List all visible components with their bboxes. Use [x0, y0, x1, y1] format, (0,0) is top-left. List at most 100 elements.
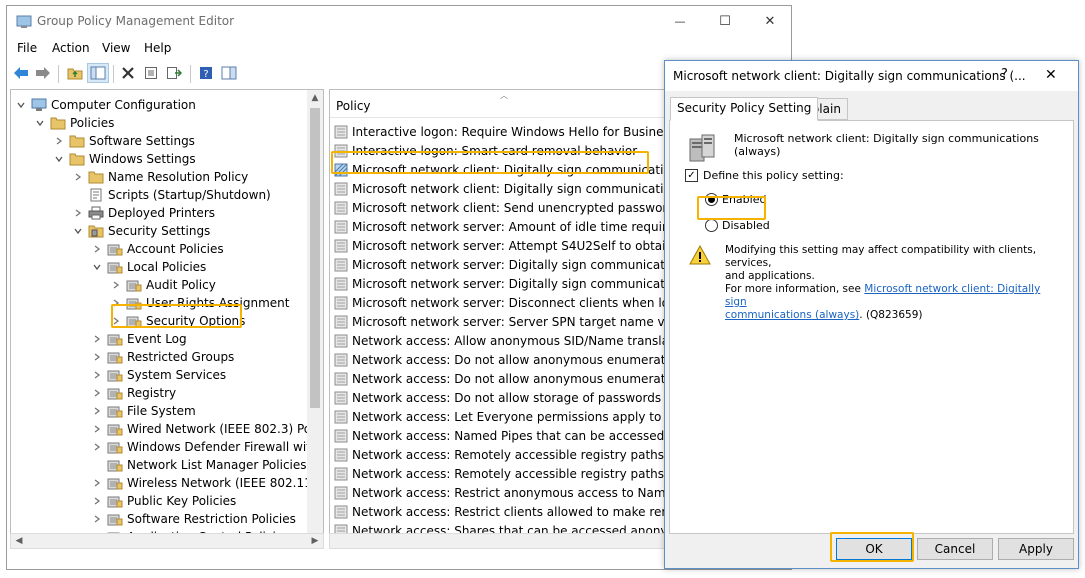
- tree-item-account-policies[interactable]: Account Policies: [91, 240, 224, 258]
- tree-item-file-system[interactable]: File System: [91, 402, 196, 420]
- cancel-button[interactable]: Cancel: [917, 538, 993, 560]
- chevron-right-icon[interactable]: [53, 135, 65, 147]
- dialog-help-button[interactable]: ?: [1001, 67, 1008, 82]
- tree-item-policies[interactable]: Policies: [34, 114, 114, 132]
- tree-scroll-thumb[interactable]: [310, 108, 320, 408]
- policy-row[interactable]: Microsoft network client: Digitally sign…: [334, 160, 668, 179]
- chevron-right-icon[interactable]: [110, 297, 122, 309]
- minimize-button[interactable]: —: [657, 6, 703, 36]
- tree-item-name-resolution-policy[interactable]: Name Resolution Policy: [72, 168, 248, 186]
- tree-item-registry[interactable]: Registry: [91, 384, 176, 402]
- tree-item-wired-network-ieee-802-3-polici[interactable]: Wired Network (IEEE 802.3) Polici: [91, 420, 323, 438]
- maximize-button[interactable]: ☐: [702, 6, 748, 36]
- policy-row[interactable]: Microsoft network server: Digitally sign…: [334, 255, 668, 274]
- policy-row[interactable]: Microsoft network client: Digitally sign…: [334, 179, 668, 198]
- tree-item-event-log[interactable]: Event Log: [91, 330, 187, 348]
- tree-item-deployed-printers[interactable]: Deployed Printers: [72, 204, 215, 222]
- policy-help-link-cont[interactable]: communications (always): [725, 309, 859, 321]
- chevron-right-icon[interactable]: [91, 495, 103, 507]
- close-button[interactable]: ✕: [747, 6, 793, 36]
- tree-item-system-services[interactable]: System Services: [91, 366, 226, 384]
- delete-button[interactable]: [117, 63, 139, 83]
- tree-item-local-policies[interactable]: Local Policies: [91, 258, 206, 276]
- chevron-down-icon[interactable]: [72, 225, 84, 237]
- menu-file[interactable]: File: [17, 41, 37, 55]
- policy-row[interactable]: Microsoft network server: Amount of idle…: [334, 217, 668, 236]
- tree-item-public-key-policies[interactable]: Public Key Policies: [91, 492, 236, 510]
- tree-item-security-options[interactable]: Security Options: [110, 312, 245, 330]
- enabled-radio[interactable]: [705, 193, 718, 206]
- policy-row[interactable]: Interactive logon: Require Windows Hello…: [334, 122, 668, 141]
- tree-item-windows-defender-firewall-with-a[interactable]: Windows Defender Firewall with A: [91, 438, 323, 456]
- scroll-left-arrow-icon[interactable]: ◀: [11, 533, 27, 549]
- tree-horizontal-scrollbar[interactable]: ◀ ▶: [10, 533, 324, 549]
- chevron-right-icon[interactable]: [91, 441, 103, 453]
- tree-item-network-list-manager-policies[interactable]: Network List Manager Policies: [91, 456, 307, 474]
- policy-list-pane[interactable]: ︿ Policy Interactive logon: Require Wind…: [329, 89, 669, 547]
- tree-item-restricted-groups[interactable]: Restricted Groups: [91, 348, 234, 366]
- tree-item-security-settings[interactable]: Security Settings: [72, 222, 210, 240]
- chevron-right-icon[interactable]: [91, 351, 103, 363]
- disabled-radio[interactable]: [705, 219, 718, 232]
- tree-item-windows-settings[interactable]: Windows Settings: [53, 150, 196, 168]
- policy-row[interactable]: Interactive logon: Smart card removal be…: [334, 141, 637, 160]
- help-button[interactable]: ?: [195, 63, 217, 83]
- chevron-right-icon[interactable]: [91, 369, 103, 381]
- dialog-close-button[interactable]: ✕: [1045, 67, 1057, 83]
- policy-row[interactable]: Network access: Remotely accessible regi…: [334, 464, 668, 483]
- forward-button[interactable]: [32, 63, 54, 83]
- chevron-down-icon[interactable]: [91, 261, 103, 273]
- tree-item-scripts-startup-shutdown[interactable]: Scripts (Startup/Shutdown): [72, 186, 271, 204]
- back-button[interactable]: [10, 63, 32, 83]
- menu-view[interactable]: View: [102, 41, 130, 55]
- up-folder-button[interactable]: [64, 63, 86, 83]
- tree-item-user-rights-assignment[interactable]: User Rights Assignment: [110, 294, 289, 312]
- tree-vertical-scrollbar[interactable]: ▲ ▼: [307, 90, 323, 546]
- chevron-right-icon[interactable]: [91, 423, 103, 435]
- enabled-radio-row[interactable]: Enabled: [705, 193, 766, 206]
- menu-help[interactable]: Help: [144, 41, 171, 55]
- chevron-right-icon[interactable]: [91, 405, 103, 417]
- policy-row[interactable]: Network access: Named Pipes that can be …: [334, 426, 668, 445]
- policy-row[interactable]: Network access: Do not allow anonymous e…: [334, 350, 668, 369]
- chevron-right-icon[interactable]: [91, 477, 103, 489]
- list-horizontal-scrollbar[interactable]: [329, 533, 669, 549]
- chevron-right-icon[interactable]: [110, 315, 122, 327]
- policy-row[interactable]: Network access: Let Everyone permissions…: [334, 407, 668, 426]
- console-tree-pane[interactable]: Computer Configuration Policies Software S…: [10, 89, 324, 547]
- chevron-right-icon[interactable]: [72, 171, 84, 183]
- policy-row[interactable]: Microsoft network client: Send unencrypt…: [334, 198, 668, 217]
- disabled-radio-row[interactable]: Disabled: [705, 219, 770, 232]
- chevron-down-icon[interactable]: [53, 153, 65, 165]
- define-policy-checkbox-row[interactable]: ✓ Define this policy setting:: [685, 169, 844, 182]
- show-hide-tree-button[interactable]: [87, 63, 109, 83]
- policy-row[interactable]: Network access: Do not allow anonymous e…: [334, 369, 668, 388]
- policy-row[interactable]: Microsoft network server: Attempt S4U2Se…: [334, 236, 668, 255]
- policy-row[interactable]: Microsoft network server: Digitally sign…: [334, 274, 668, 293]
- chevron-right-icon[interactable]: [91, 333, 103, 345]
- define-policy-checkbox[interactable]: ✓: [685, 169, 698, 182]
- chevron-right-icon[interactable]: [110, 279, 122, 291]
- policy-row[interactable]: Network access: Restrict clients allowed…: [334, 502, 668, 521]
- chevron-right-icon[interactable]: [91, 387, 103, 399]
- export-list-button[interactable]: [163, 63, 185, 83]
- tree-item-wireless-network-ieee-802-11-po[interactable]: Wireless Network (IEEE 802.11) Po: [91, 474, 323, 492]
- apply-button[interactable]: Apply: [998, 538, 1074, 560]
- chevron-right-icon[interactable]: [91, 243, 103, 255]
- chevron-right-icon[interactable]: [72, 207, 84, 219]
- policy-column-header[interactable]: ︿ Policy: [330, 90, 668, 118]
- policy-row[interactable]: Network access: Restrict anonymous acces…: [334, 483, 668, 502]
- tree-item-software-settings[interactable]: Software Settings: [53, 132, 195, 150]
- chevron-down-icon[interactable]: [34, 117, 46, 129]
- policy-row[interactable]: Microsoft network server: Disconnect cli…: [334, 293, 668, 312]
- policy-row[interactable]: Network access: Remotely accessible regi…: [334, 445, 664, 464]
- policy-row[interactable]: Network access: Do not allow storage of …: [334, 388, 668, 407]
- chevron-right-icon[interactable]: [91, 513, 103, 525]
- tree-item-software-restriction-policies[interactable]: Software Restriction Policies: [91, 510, 296, 528]
- show-hide-action-pane-button[interactable]: [218, 63, 240, 83]
- tree-item-audit-policy[interactable]: Audit Policy: [110, 276, 216, 294]
- menu-action[interactable]: Action: [52, 41, 90, 55]
- scroll-right-arrow-icon[interactable]: ▶: [307, 533, 323, 549]
- chevron-down-icon[interactable]: [15, 99, 27, 111]
- tab-security-policy-setting[interactable]: Security Policy Setting: [670, 97, 819, 121]
